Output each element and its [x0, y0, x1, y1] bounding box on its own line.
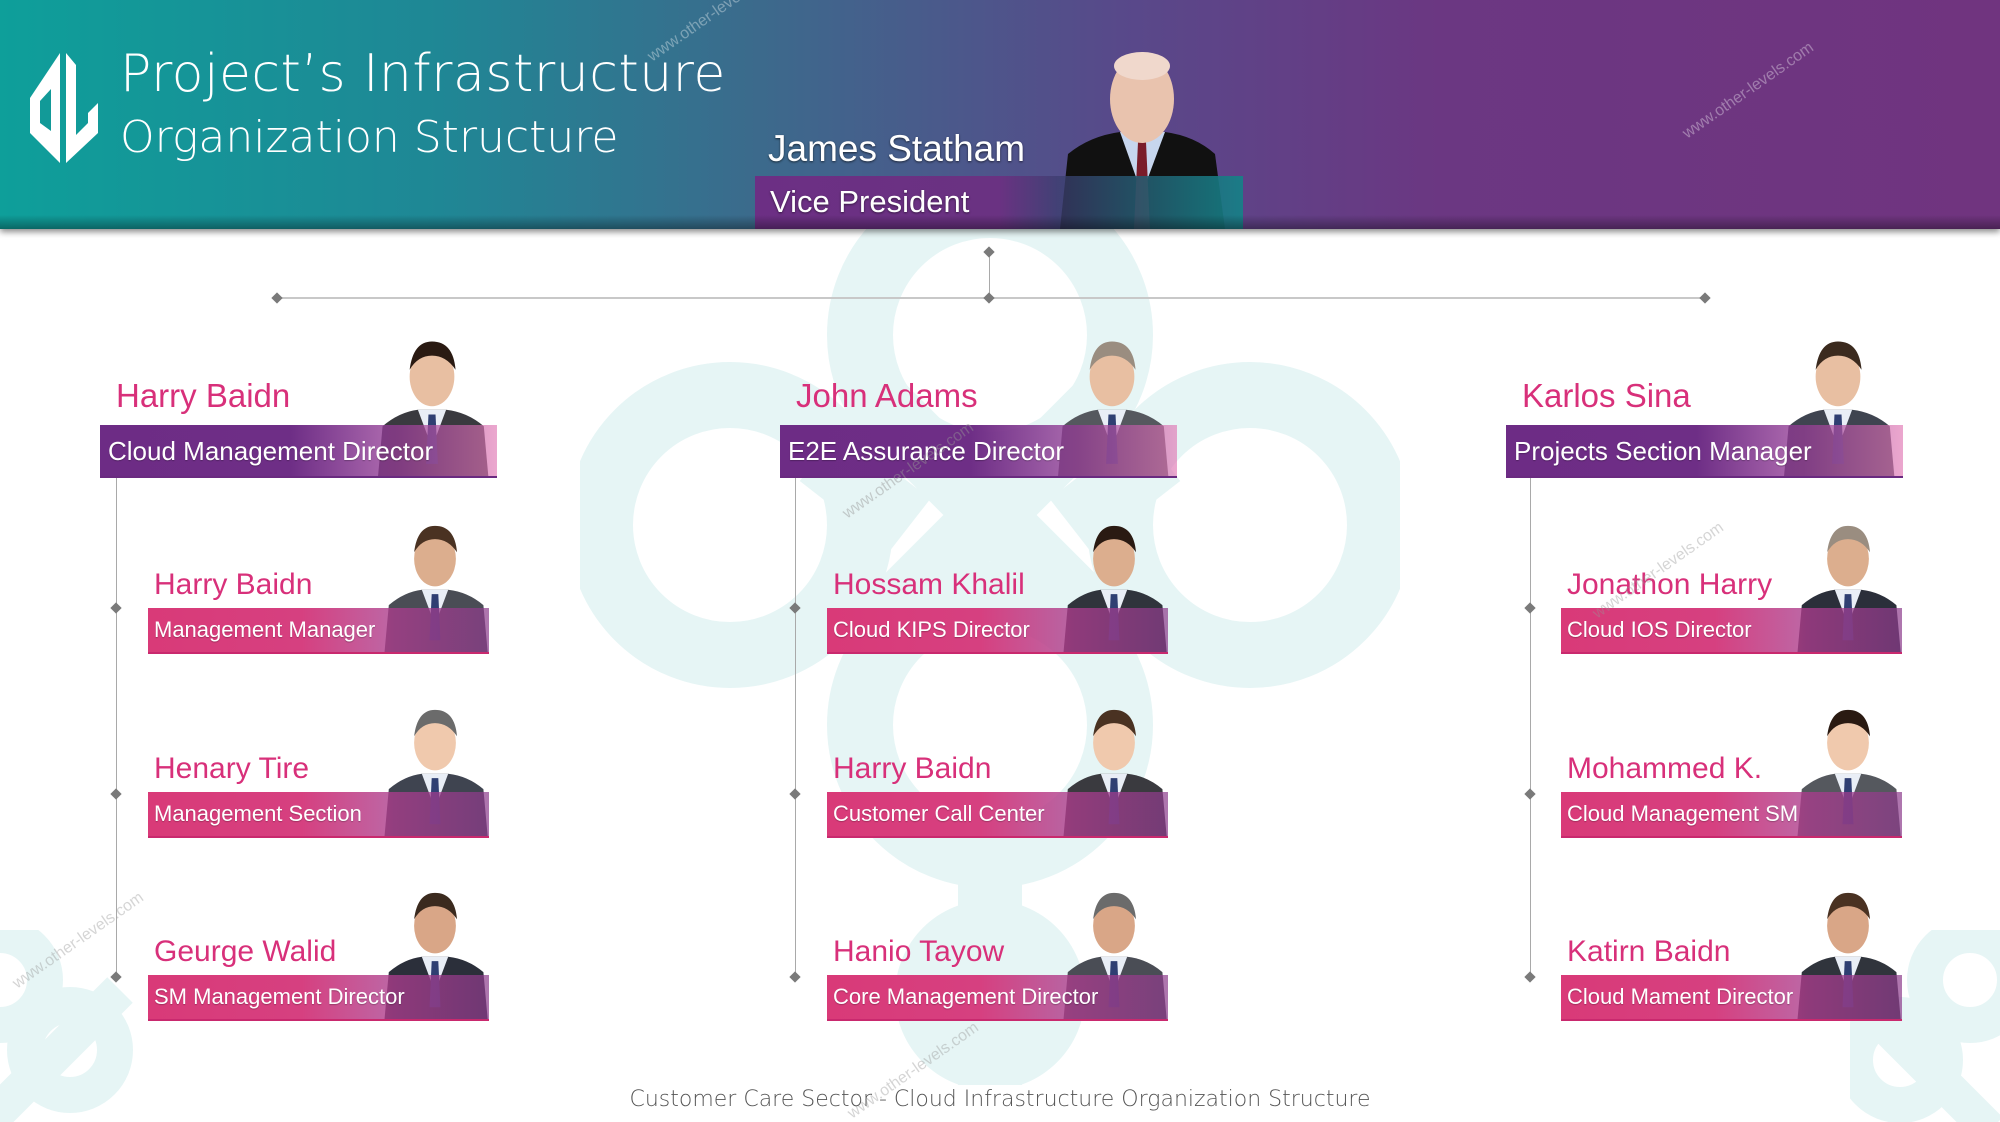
member-name: Harry Baidn — [154, 568, 313, 601]
member-name: Hossam Khalil — [833, 568, 1025, 601]
lead-name: John Adams — [796, 377, 978, 414]
connector-node — [110, 788, 122, 800]
lead-name: Harry Baidn — [116, 377, 291, 414]
lead-name: Karlos Sina — [1522, 377, 1691, 414]
member-name: Hanio Tayow — [833, 935, 1005, 968]
connector-node — [1524, 788, 1536, 800]
member-name: Geurge Walid — [154, 935, 337, 968]
member-name: Harry Baidn — [833, 752, 992, 785]
member-name: Katirn Baidn — [1567, 935, 1731, 968]
vp-name: James Statham — [768, 128, 1026, 169]
page-title: Project’s Infrastructure — [120, 44, 726, 104]
connector-node — [1524, 971, 1536, 983]
member-title: Management Section — [154, 801, 362, 826]
lead-title: Cloud Management Director — [108, 436, 434, 466]
vp-title: Vice President — [770, 184, 970, 219]
member-title: Customer Call Center — [833, 801, 1045, 826]
connector-column-3 — [1530, 478, 1531, 978]
connector-node — [271, 292, 283, 304]
footer-caption: Customer Care Sector - Cloud Infrastruct… — [629, 1087, 1371, 1112]
member-name: Mohammed K. — [1567, 752, 1763, 785]
header-banner: Project’s Infrastructure Organization St… — [0, 0, 2000, 229]
connector-node — [110, 602, 122, 614]
watermark-text: www.other-levels.com — [1679, 39, 1817, 143]
member-title: Core Management Director — [833, 984, 1099, 1009]
member-name: Henary Tire — [154, 752, 310, 785]
member-title: Cloud Management SM — [1567, 801, 1799, 826]
connector-node — [1524, 602, 1536, 614]
connector-column-2 — [795, 478, 796, 978]
page-subtitle: Organization Structure — [120, 112, 619, 163]
ol-monogram-logo-icon — [30, 53, 98, 163]
member-title: SM Management Director — [154, 984, 405, 1009]
member-title: Cloud IOS Director — [1567, 617, 1752, 642]
member-title: Cloud KIPS Director — [833, 617, 1030, 642]
member-title: Management Manager — [154, 617, 376, 642]
member-title: Cloud Mament Director — [1567, 984, 1794, 1009]
lead-title: Projects Section Manager — [1514, 436, 1812, 466]
connector-vp-down — [989, 252, 990, 298]
connector-node — [1699, 292, 1711, 304]
